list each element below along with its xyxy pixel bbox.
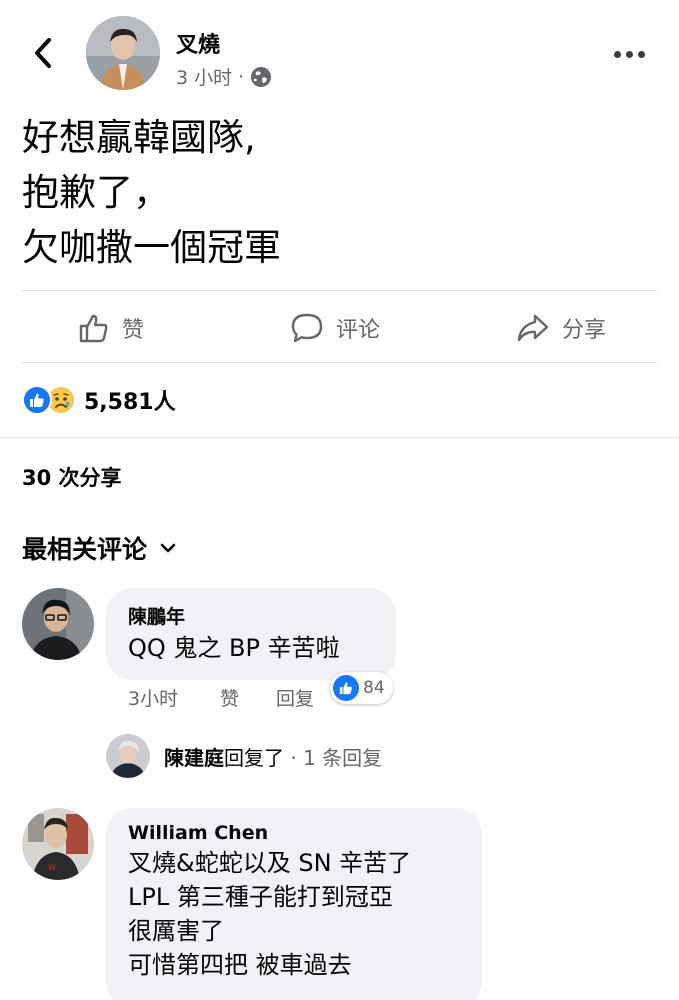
comment-like-count: 84: [363, 678, 385, 698]
comment-label: 评论: [336, 318, 381, 343]
reply-count: · 1 条回复: [290, 745, 383, 770]
back-button[interactable]: [26, 36, 60, 70]
comment-reply-button[interactable]: 回复: [276, 684, 314, 711]
divider: [22, 290, 657, 291]
comment-meta: 3小时 赞 回复: [128, 684, 314, 711]
comment-author[interactable]: William Chen: [128, 822, 460, 844]
comment-text-line: 可惜第四把 被車過去: [128, 951, 352, 979]
share-count[interactable]: 30 次分享: [22, 462, 122, 492]
post-line: 抱歉了，: [22, 171, 170, 214]
author-name[interactable]: 叉燒: [176, 27, 220, 59]
reply-summary: 陳建庭回复了 · 1 条回复: [164, 742, 382, 771]
like-reaction-icon: [333, 675, 359, 701]
post-meta: 3 小时 ·: [176, 63, 272, 90]
meta-dot: ·: [238, 65, 245, 88]
globe-icon: [251, 66, 272, 87]
share-label: 分享: [562, 318, 607, 343]
section-divider: [0, 437, 679, 438]
reactions-summary[interactable]: 5,581人: [22, 384, 176, 416]
comment-author[interactable]: 陳鵬年: [128, 602, 374, 629]
divider: [22, 362, 657, 363]
comment-bubble[interactable]: William Chen 叉燒&蛇蛇以及 SN 辛苦了 LPL 第三種子能打到冠…: [106, 808, 482, 1000]
like-label: 赞: [122, 318, 145, 343]
view-replies[interactable]: 陳建庭回复了 · 1 条回复: [106, 734, 382, 778]
more-dot-icon: [625, 50, 633, 58]
more-options-button[interactable]: [609, 42, 649, 66]
comment-bubble-icon: [291, 313, 323, 343]
comment-text-line: 很厲害了: [128, 917, 224, 945]
svg-text:W: W: [48, 863, 56, 872]
reply-action: 回复了: [224, 745, 284, 770]
reaction-count: 5,581人: [84, 390, 176, 415]
more-dot-icon: [637, 50, 645, 58]
share-arrow-icon: [517, 314, 549, 342]
comment-button[interactable]: 评论: [290, 306, 380, 350]
post-body: 好想贏韓國隊, 抱歉了， 欠咖撒一個冠軍: [22, 110, 281, 275]
comment-text-line: LPL 第三種子能打到冠亞: [128, 883, 393, 911]
replier-name: 陳建庭: [164, 745, 224, 770]
comment-likes[interactable]: 84: [330, 672, 393, 704]
commenter-avatar[interactable]: W: [22, 808, 94, 880]
sort-label: 最相关评论: [22, 535, 148, 564]
post-time[interactable]: 3 小时: [176, 63, 232, 90]
chevron-left-icon: [35, 38, 51, 68]
author-avatar[interactable]: [86, 16, 160, 90]
comment-sort-dropdown[interactable]: 最相关评论: [22, 530, 177, 566]
share-button[interactable]: 分享: [516, 306, 606, 350]
thumbs-up-icon: [79, 314, 108, 343]
more-dot-icon: [613, 50, 621, 58]
comment-bubble[interactable]: 陳鵬年 QQ 鬼之 BP 辛苦啦: [106, 588, 396, 680]
replier-avatar: [106, 734, 150, 778]
chevron-down-icon: [160, 543, 176, 553]
comment-like-button[interactable]: 赞: [220, 684, 276, 711]
like-reaction-icon: [22, 385, 52, 415]
commenter-avatar[interactable]: [22, 588, 94, 660]
post-line: 好想贏韓國隊,: [22, 116, 256, 159]
comment-text-line: 叉燒&蛇蛇以及 SN 辛苦了: [128, 849, 412, 877]
post-line: 欠咖撒一個冠軍: [22, 226, 281, 269]
like-button[interactable]: 赞: [78, 306, 144, 350]
comment-time[interactable]: 3小时: [128, 684, 220, 711]
comment-text: QQ 鬼之 BP 辛苦啦: [128, 634, 340, 662]
